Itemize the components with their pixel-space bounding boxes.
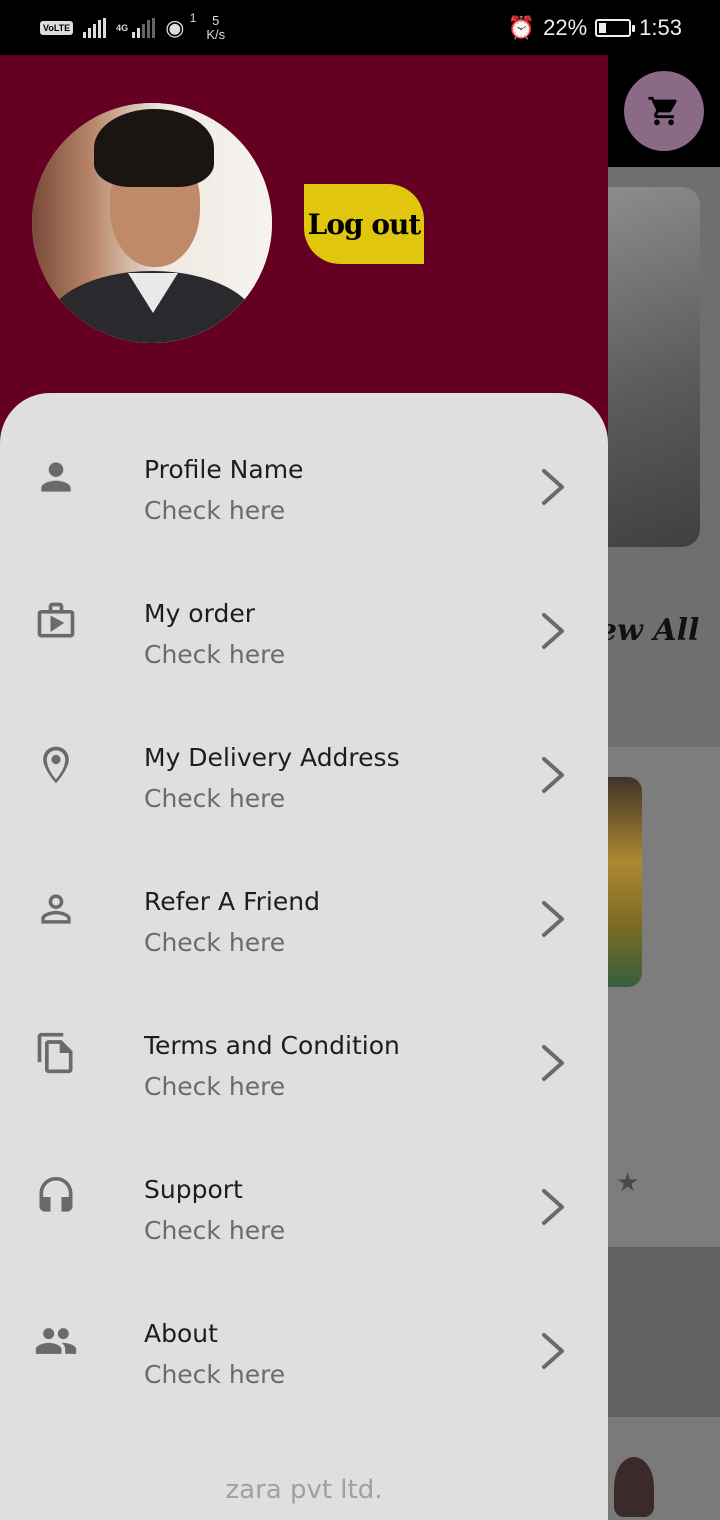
menu-item-refer-friend[interactable]: Refer A Friend Check here	[0, 825, 608, 969]
view-all-link[interactable]: ew All	[608, 613, 699, 648]
background-product-card: ★	[608, 747, 720, 1247]
background-banner	[608, 187, 700, 547]
menu-item-delivery-address[interactable]: My Delivery Address Check here	[0, 681, 608, 825]
signal-2-icon	[132, 18, 156, 38]
menu-item-subtitle: Check here	[144, 1072, 286, 1101]
clock: 1:53	[639, 15, 682, 40]
chevron-right-icon	[536, 1185, 568, 1229]
product-image	[608, 777, 642, 987]
menu-item-terms[interactable]: Terms and Condition Check here	[0, 969, 608, 1113]
chevron-right-icon	[536, 609, 568, 653]
network-speed: 5 K/s	[206, 14, 225, 42]
background-app-bar	[608, 55, 720, 167]
signal-icon	[83, 18, 107, 38]
chevron-right-icon	[536, 753, 568, 797]
hotspot-count: 1	[189, 11, 197, 25]
chevron-right-icon	[536, 1329, 568, 1373]
menu-item-title: About	[144, 1319, 218, 1348]
menu-item-subtitle: Check here	[144, 496, 286, 525]
location-pin-icon	[34, 743, 78, 787]
logout-button[interactable]: Log out	[304, 184, 424, 264]
footer-company-name: zara pvt ltd.	[225, 1475, 383, 1505]
background-product-image	[608, 1417, 720, 1520]
hotspot-icon: ◉ 1	[165, 11, 197, 40]
menu-item-title: Terms and Condition	[144, 1031, 400, 1060]
person-outline-icon	[34, 887, 78, 931]
group-icon	[34, 1319, 78, 1363]
battery-icon	[595, 19, 636, 37]
cart-icon	[648, 96, 677, 126]
menu-item-profile-name[interactable]: Profile Name Check here	[0, 393, 608, 537]
menu-item-subtitle: Check here	[144, 640, 286, 669]
network-type: 4G	[116, 22, 129, 33]
menu-item-title: Support	[144, 1175, 243, 1204]
status-left: VoLTE 4G ◉ 1 5 K/s	[40, 10, 225, 46]
menu-item-title: My order	[144, 599, 255, 628]
speed-value: 5	[212, 13, 220, 28]
avatar[interactable]	[32, 103, 272, 343]
chevron-right-icon	[536, 897, 568, 941]
menu-item-support[interactable]: Support Check here	[0, 1113, 608, 1257]
chevron-right-icon	[536, 1041, 568, 1085]
speed-unit: K/s	[206, 27, 226, 42]
documents-icon	[34, 1031, 78, 1075]
menu-item-subtitle: Check here	[144, 784, 286, 813]
menu-item-title: Profile Name	[144, 455, 304, 484]
person-icon	[34, 455, 78, 499]
status-bar: VoLTE 4G ◉ 1 5 K/s ⏰ 22% 1:53	[0, 0, 720, 55]
menu-item-my-order[interactable]: My order Check here	[0, 537, 608, 681]
menu-item-title: Refer A Friend	[144, 887, 320, 916]
background-app[interactable]: ew All ★	[608, 55, 720, 1520]
battery-percent: 22%	[543, 15, 588, 40]
background-section	[608, 1247, 720, 1417]
volte-badge: VoLTE	[40, 21, 74, 35]
menu-item-about[interactable]: About Check here	[0, 1257, 608, 1401]
star-icon: ★	[616, 1167, 640, 1197]
menu-item-title: My Delivery Address	[144, 743, 400, 772]
shopping-bag-icon	[34, 599, 78, 643]
menu-item-subtitle: Check here	[144, 1216, 286, 1245]
alarm-icon: ⏰	[507, 15, 536, 40]
menu-item-subtitle: Check here	[144, 1360, 286, 1389]
menu-item-subtitle: Check here	[144, 928, 286, 957]
navigation-drawer: Log out Profile Name Check here My order…	[0, 55, 608, 1520]
headset-icon	[34, 1175, 78, 1219]
drawer-menu: Profile Name Check here My order Check h…	[0, 393, 608, 1520]
chevron-right-icon	[536, 465, 568, 509]
cart-button[interactable]	[624, 71, 704, 151]
battery-fill	[599, 23, 607, 33]
status-right: ⏰ 22% 1:53	[508, 12, 682, 44]
